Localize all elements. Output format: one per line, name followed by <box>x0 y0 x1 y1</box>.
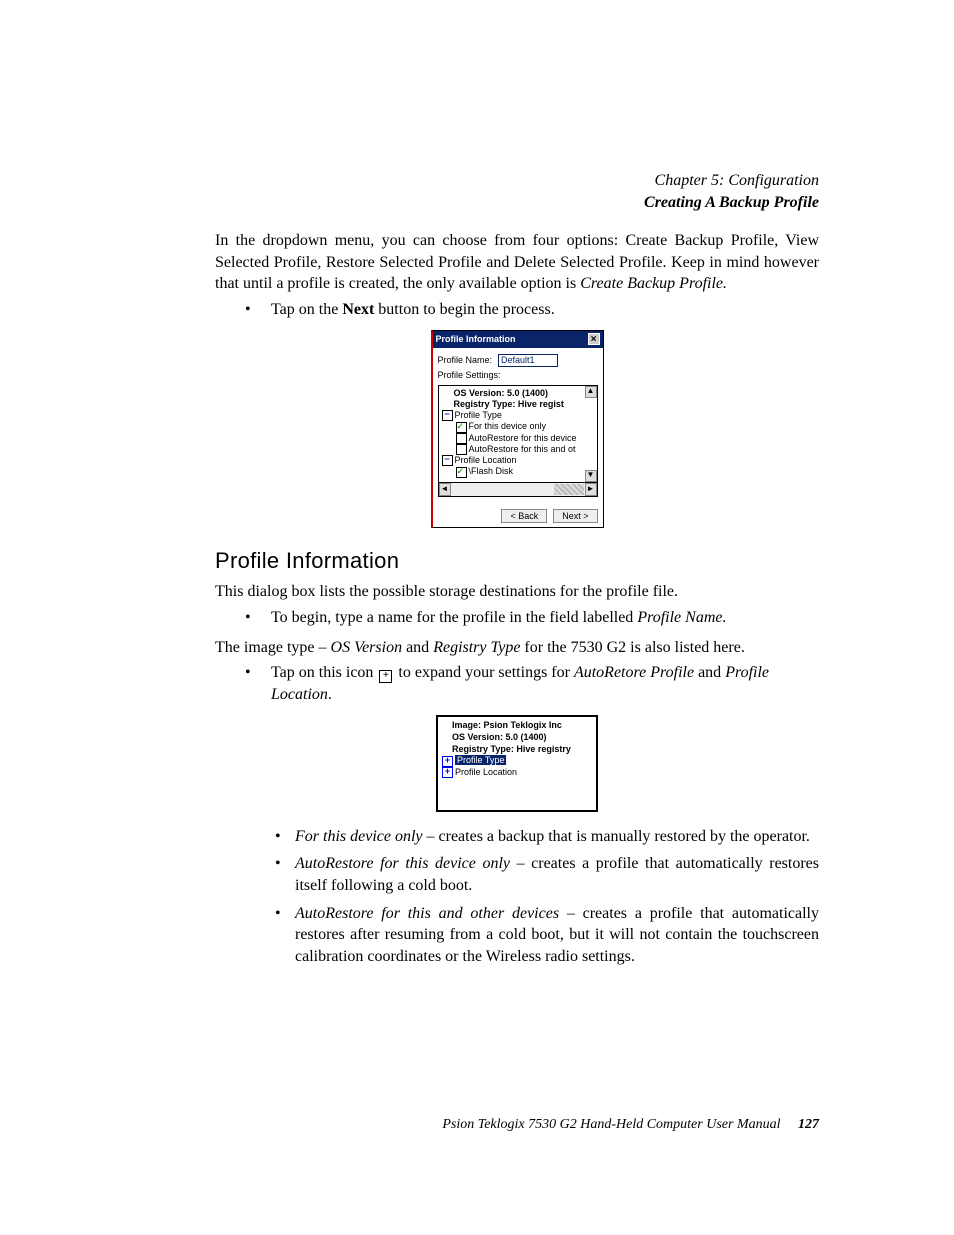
page-footer: Psion Teklogix 7530 G2 Hand-Held Compute… <box>215 1116 819 1135</box>
profile-name-input[interactable] <box>498 354 558 367</box>
text: AutoRetore Profile <box>574 664 694 681</box>
text: AutoRestore for this and other devices <box>295 905 559 922</box>
option-item: AutoRestore for this device only – creat… <box>215 853 819 896</box>
scroll-left-icon[interactable]: ◄ <box>439 483 451 496</box>
section-title: Creating A Backup Profile <box>644 192 819 214</box>
tree-line-selected[interactable]: Profile Type <box>455 755 506 765</box>
settings-tree-small: Image: Psion Teklogix Inc OS Version: 5.… <box>436 715 598 811</box>
option-item: For this device only – creates a backup … <box>215 826 819 848</box>
back-button[interactable]: < Back <box>501 509 547 523</box>
dialog-titlebar[interactable]: Profile Information × <box>433 331 603 347</box>
text: Registry Type <box>433 639 520 656</box>
bullet-item: Tap on this icon + to expand your settin… <box>215 662 819 705</box>
dialog-title: Profile Information <box>436 333 516 345</box>
text: . <box>328 686 332 703</box>
text: The image type – <box>215 639 331 656</box>
text: and <box>402 639 433 656</box>
expand-icon: + <box>379 670 392 683</box>
scrollbar-thumb[interactable] <box>554 484 584 495</box>
text: Next <box>342 301 374 318</box>
text: for the 7530 G2 is also listed here. <box>520 639 744 656</box>
section-heading: Profile Information <box>215 546 819 576</box>
tree-line: AutoRestore for this and ot <box>469 444 576 454</box>
expand-icon[interactable]: + <box>442 756 453 767</box>
page-content: In the dropdown menu, you can choose fro… <box>215 230 819 967</box>
profile-settings-label: Profile Settings: <box>438 369 501 381</box>
intro-paragraph: In the dropdown menu, you can choose fro… <box>215 230 819 295</box>
scroll-down-icon[interactable]: ▼ <box>585 470 597 482</box>
checkbox-icon[interactable] <box>456 444 467 455</box>
profile-name-label: Profile Name: <box>438 354 493 366</box>
expand-icon[interactable]: + <box>442 767 453 778</box>
scroll-right-icon[interactable]: ► <box>585 483 597 496</box>
text: Profile Name. <box>637 609 726 626</box>
horizontal-scrollbar[interactable]: ◄ ► <box>438 483 598 497</box>
text: In the dropdown menu, you can choose fro… <box>215 232 819 292</box>
tree-line: For this device only <box>469 421 547 431</box>
dialog-body: Profile Name: Profile Settings: ▲ ▼ OS V… <box>433 348 603 527</box>
tree-line: AutoRestore for this device <box>469 433 577 443</box>
checkbox-checked-icon[interactable] <box>456 422 467 433</box>
tree-line: Registry Type: Hive registry <box>452 744 571 754</box>
page-header: Chapter 5: Configuration Creating A Back… <box>644 170 819 213</box>
figure-tree: Image: Psion Teklogix Inc OS Version: 5.… <box>215 715 819 811</box>
collapse-icon[interactable]: − <box>442 455 453 466</box>
tree-line: Image: Psion Teklogix Inc <box>452 720 562 730</box>
paragraph: This dialog box lists the possible stora… <box>215 581 819 603</box>
checkbox-icon[interactable] <box>456 433 467 444</box>
chapter-label: Chapter 5: Configuration <box>644 170 819 192</box>
tree-line: OS Version: 5.0 (1400) <box>452 732 547 742</box>
document-page: Chapter 5: Configuration Creating A Back… <box>0 0 954 1235</box>
text: AutoRestore for this device only <box>295 855 510 872</box>
scroll-up-icon[interactable]: ▲ <box>585 386 597 398</box>
tree-line: OS Version: 5.0 (1400) <box>454 388 549 398</box>
text: For this device only <box>295 828 423 845</box>
option-item: AutoRestore for this and other devices –… <box>215 903 819 968</box>
page-number: 127 <box>798 1117 819 1132</box>
text: Create Backup Profile. <box>580 275 727 292</box>
text: button to begin the process. <box>374 301 554 318</box>
settings-tree[interactable]: ▲ ▼ OS Version: 5.0 (1400) Registry Type… <box>438 385 598 483</box>
text: OS Version <box>331 639 403 656</box>
collapse-icon[interactable]: − <box>442 410 453 421</box>
bullet-item: Tap on the Next button to begin the proc… <box>215 299 819 321</box>
footer-text: Psion Teklogix 7530 G2 Hand-Held Compute… <box>442 1117 780 1132</box>
bullet-item: To begin, type a name for the profile in… <box>215 607 819 629</box>
text: – creates a backup that is manually rest… <box>423 828 810 845</box>
close-icon[interactable]: × <box>588 333 600 345</box>
figure-dialog: Profile Information × Profile Name: Prof… <box>215 330 819 527</box>
checkbox-checked-icon[interactable] <box>456 467 467 478</box>
tree-line: Registry Type: Hive regist <box>454 399 564 409</box>
tree-line: \Flash Disk <box>469 466 514 476</box>
text: and <box>694 664 725 681</box>
paragraph: The image type – OS Version and Registry… <box>215 637 819 659</box>
tree-line[interactable]: Profile Location <box>455 767 517 777</box>
text: Tap on the <box>271 301 342 318</box>
profile-information-dialog: Profile Information × Profile Name: Prof… <box>431 330 604 527</box>
next-button[interactable]: Next > <box>553 509 597 523</box>
tree-line: Profile Type <box>455 410 502 420</box>
text: to expand your settings for <box>394 664 574 681</box>
text: Tap on this icon <box>271 664 377 681</box>
text: To begin, type a name for the profile in… <box>271 609 637 626</box>
tree-line: Profile Location <box>455 455 517 465</box>
